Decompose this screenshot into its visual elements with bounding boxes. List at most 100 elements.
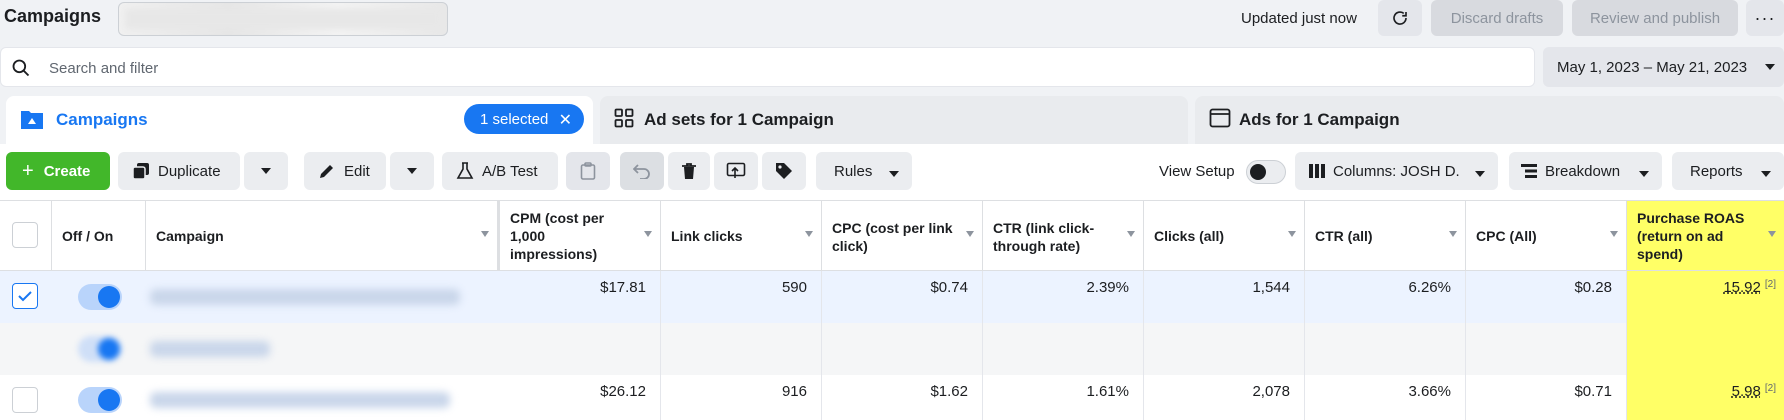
cell-cpc-link [822, 323, 983, 375]
date-range-picker[interactable]: May 1, 2023 – May 21, 2023 [1543, 47, 1784, 87]
cell-cpc-link: $0.74 [822, 271, 983, 323]
chevron-down-icon [889, 171, 899, 177]
undo-button[interactable] [620, 152, 664, 190]
plus-icon: + [22, 159, 34, 182]
tab-ads-label: Ads for 1 Campaign [1239, 110, 1400, 129]
header-cpc-all-label: CPC (All) [1476, 227, 1537, 244]
campaign-name-field[interactable] [118, 2, 448, 36]
ad-window-icon [1209, 108, 1231, 128]
header-ctr-link[interactable]: CTR (link click-through rate) [983, 201, 1144, 271]
table-row[interactable]: $26.12 916 $1.62 1.61% 2,078 3.66% $0.71… [0, 375, 1784, 420]
reports-button[interactable]: Reports [1672, 152, 1784, 190]
clipboard-button[interactable] [566, 152, 610, 190]
header-purchase-roas[interactable]: Purchase ROAS (return on ad spend) [1627, 201, 1784, 271]
campaign-toggle[interactable] [78, 387, 122, 413]
header-off-on[interactable]: Off / On [52, 201, 146, 271]
sort-icon [805, 231, 813, 237]
header-ctr-all-label: CTR (all) [1315, 227, 1373, 244]
sort-icon [1610, 231, 1618, 237]
sort-icon [1449, 231, 1457, 237]
selected-count-label: 1 selected [480, 110, 549, 128]
header-ctr-all[interactable]: CTR (all) [1305, 201, 1466, 271]
search-icon [12, 59, 30, 77]
header-cpm[interactable]: CPM (cost per 1,000 impressions) [500, 201, 661, 271]
tab-campaigns[interactable]: Campaigns 1 selected ✕ [6, 96, 593, 144]
preview-button[interactable] [714, 152, 758, 190]
chevron-down-icon [1761, 171, 1771, 177]
sort-icon [966, 231, 974, 237]
duplicate-dropdown-button[interactable] [244, 152, 288, 190]
campaign-toggle[interactable] [78, 336, 122, 362]
cell-ctr-link: 2.39% [983, 271, 1144, 323]
delete-button[interactable] [668, 152, 710, 190]
edit-label: Edit [344, 162, 370, 180]
search-bar[interactable] [0, 47, 1535, 87]
tab-ads[interactable]: Ads for 1 Campaign [1195, 96, 1784, 144]
checkmark-icon [18, 291, 32, 302]
select-all-checkbox[interactable] [12, 222, 38, 248]
discard-drafts-button[interactable]: Discard drafts [1431, 0, 1563, 36]
header-cpc-link[interactable]: CPC (cost per link click) [822, 201, 983, 271]
cell-cpc-all: $0.71 [1466, 375, 1627, 420]
table-row[interactable] [0, 323, 1784, 375]
tag-icon [776, 163, 792, 179]
trash-icon [682, 163, 696, 179]
row-checkbox[interactable] [12, 387, 38, 413]
header-ctr-link-label: CTR (link click-through rate) [993, 220, 1095, 254]
tab-ad-sets[interactable]: Ad sets for 1 Campaign [600, 96, 1188, 144]
grid-icon [614, 108, 634, 128]
clear-selection-icon[interactable]: ✕ [559, 110, 572, 130]
roas-value[interactable]: 15.92 [1723, 279, 1761, 296]
table-row[interactable]: $17.81 590 $0.74 2.39% 1,544 6.26% $0.28… [0, 271, 1784, 323]
chevron-down-icon [261, 168, 271, 174]
clipboard-icon [580, 162, 596, 180]
cell-cpm: $26.12 [500, 375, 661, 420]
campaign-name[interactable] [150, 289, 460, 305]
header-cpc-all[interactable]: CPC (All) [1466, 201, 1627, 271]
ab-test-label: A/B Test [482, 162, 538, 180]
breakdown-icon [1521, 163, 1537, 179]
tag-button[interactable] [762, 152, 806, 190]
rules-button[interactable]: Rules [816, 152, 912, 190]
sort-icon [481, 231, 489, 237]
row-checkbox[interactable] [12, 283, 38, 309]
refresh-button[interactable] [1378, 0, 1422, 36]
ab-test-button[interactable]: A/B Test [442, 152, 558, 190]
roas-value[interactable]: 5.98 [1732, 383, 1761, 400]
breakdown-button[interactable]: Breakdown [1509, 152, 1662, 190]
swap-icon [726, 162, 746, 178]
edit-dropdown-button[interactable] [390, 152, 434, 190]
cell-cpm [500, 323, 661, 375]
create-label: Create [43, 162, 91, 180]
header-link-clicks[interactable]: Link clicks [661, 201, 822, 271]
create-button[interactable]: + Create [6, 152, 110, 190]
view-setup-toggle[interactable] [1246, 160, 1286, 184]
search-input[interactable] [49, 56, 1449, 80]
toolbar: + Create Duplicate Edit A/B Test Rules V… [0, 144, 1784, 200]
cell-link-clicks: 916 [661, 375, 822, 420]
cell-purchase-roas: 15.92 [2] [1627, 271, 1784, 323]
cell-clicks-all: 1,544 [1144, 271, 1305, 323]
cell-clicks-all: 2,078 [1144, 375, 1305, 420]
view-setup-label: View Setup [1159, 163, 1235, 180]
pencil-icon [318, 162, 336, 180]
reports-label: Reports [1690, 162, 1743, 180]
cell-cpc-link: $1.62 [822, 375, 983, 420]
columns-button[interactable]: Columns: JOSH D. [1295, 152, 1498, 190]
header-campaign[interactable]: Campaign [146, 201, 500, 271]
header-campaign-label: Campaign [156, 227, 224, 244]
campaign-toggle[interactable] [78, 284, 122, 310]
campaigns-table: Off / On Campaign CPM (cost per 1,000 im… [0, 200, 1784, 420]
selected-count-badge[interactable]: 1 selected ✕ [464, 104, 584, 134]
review-and-publish-button[interactable]: Review and publish [1572, 0, 1738, 36]
duplicate-button[interactable]: Duplicate [118, 152, 240, 190]
edit-button[interactable]: Edit [304, 152, 386, 190]
cell-link-clicks [661, 323, 822, 375]
campaign-name[interactable] [150, 392, 450, 408]
campaign-name[interactable] [150, 341, 270, 357]
more-options-button[interactable]: ··· [1746, 0, 1784, 36]
header-clicks-all[interactable]: Clicks (all) [1144, 201, 1305, 271]
header-cpm-label: CPM (cost per 1,000 impressions) [510, 210, 605, 262]
cell-ctr-link: 1.61% [983, 375, 1144, 420]
cell-ctr-all: 6.26% [1305, 271, 1466, 323]
